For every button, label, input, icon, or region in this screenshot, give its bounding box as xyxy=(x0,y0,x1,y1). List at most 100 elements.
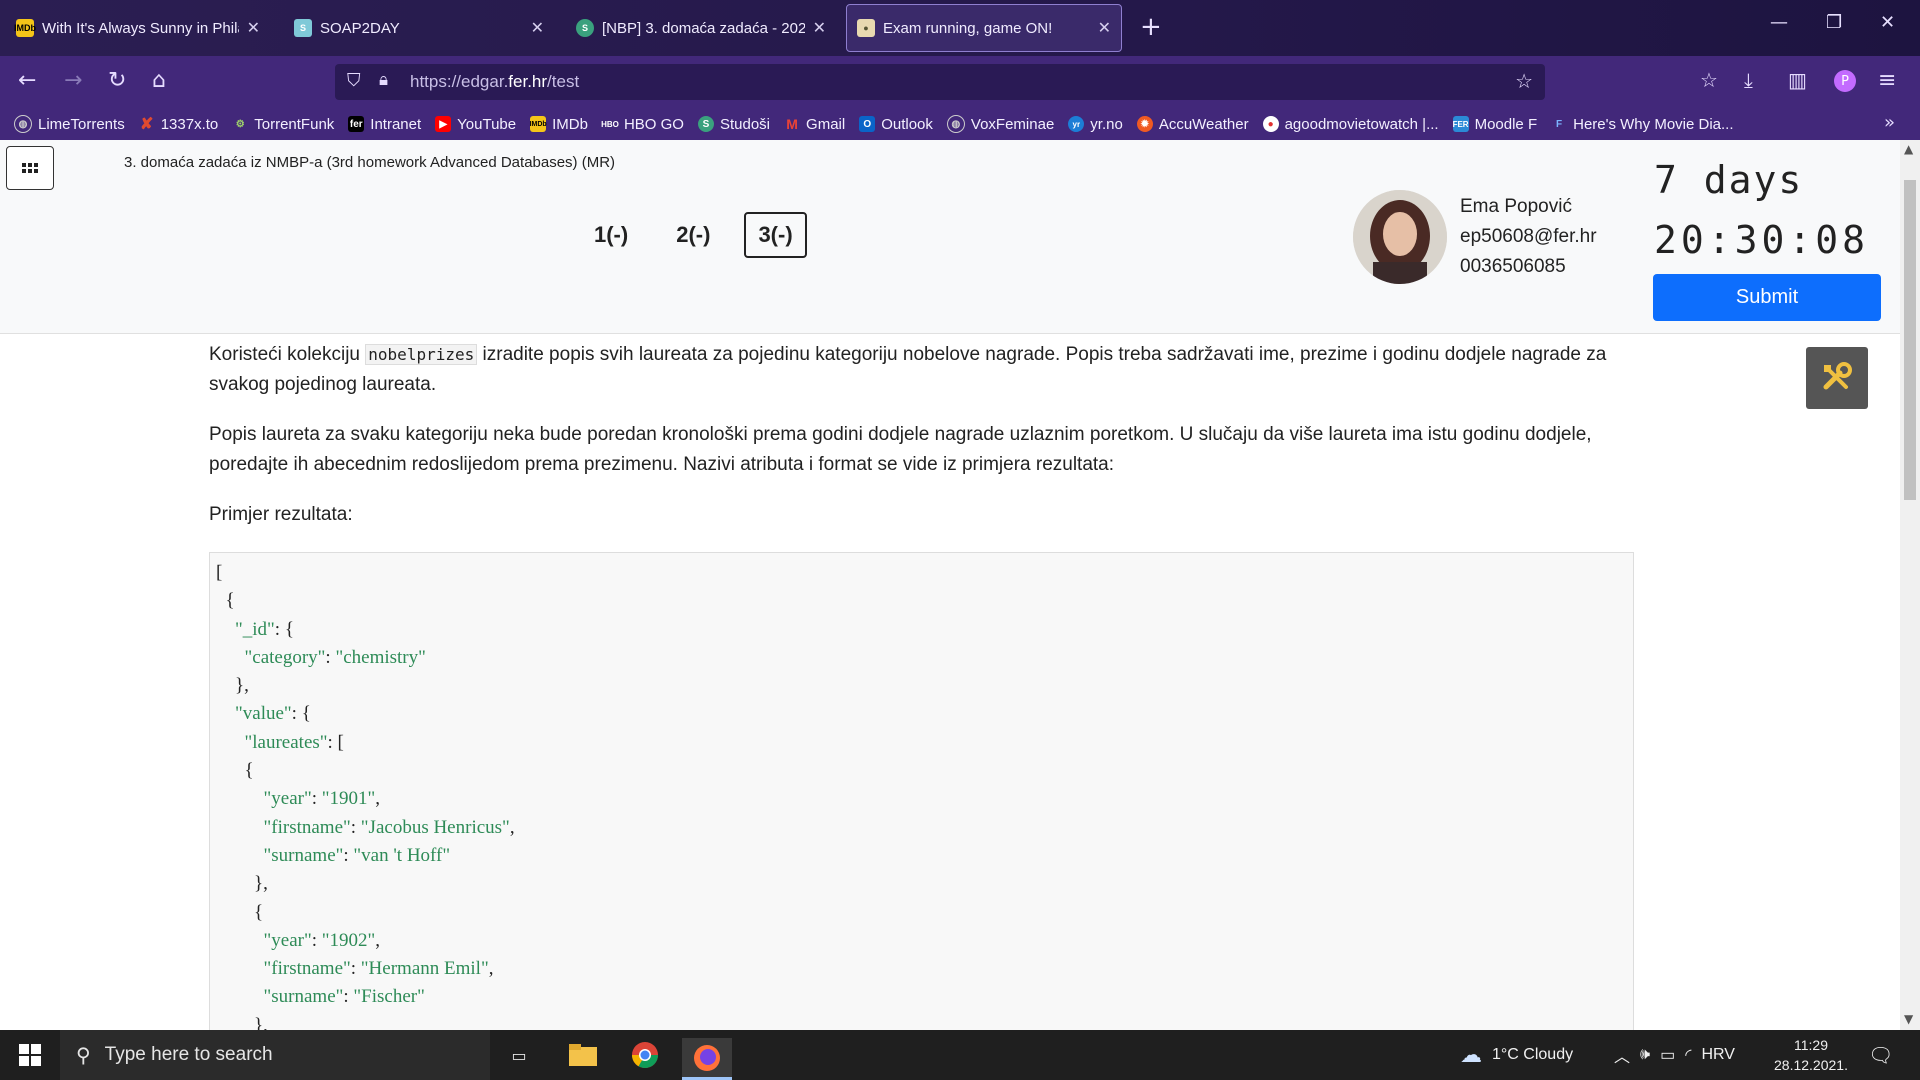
bookmark-outlook[interactable]: O Outlook xyxy=(859,116,933,133)
close-icon[interactable]: ✕ xyxy=(531,18,544,38)
globe-icon: ◍ xyxy=(14,115,32,133)
reload-icon[interactable]: ↻ xyxy=(108,68,126,93)
bookmark-accuweather[interactable]: ✹ AccuWeather xyxy=(1136,115,1249,133)
code-line: "surname": "Fischer" xyxy=(263,986,425,1008)
bookmark-label: VoxFeminae xyxy=(970,115,1055,133)
question-1-button[interactable]: 1(-) xyxy=(580,212,642,258)
user-name: Ema Popović xyxy=(1460,196,1572,217)
tab-nbp-homework[interactable]: S [NBP] 3. domaća zadaća - 2021 ✕ xyxy=(566,4,836,52)
page-scrollbar[interactable]: ▲ ▼ xyxy=(1900,140,1920,1030)
chevron-right-icon[interactable]: » xyxy=(1884,112,1895,133)
tools-button[interactable] xyxy=(1806,347,1868,409)
bookmark-gmail[interactable]: M Gmail xyxy=(784,116,845,133)
bookmark-label: agoodmovietowatch |... xyxy=(1284,115,1439,133)
bookmark-1337x[interactable]: ✘ 1337x.to xyxy=(139,116,218,134)
pocket-icon[interactable]: ☆ xyxy=(1700,68,1718,92)
browser-nav-bar: ← → ↻ ⌂ ⛉ 🔒︎ https://edgar.fer.hr/test ☆… xyxy=(0,56,1920,108)
bookmark-studosi[interactable]: S Studoši xyxy=(697,116,770,133)
movie-icon: ● xyxy=(1262,116,1279,132)
bookmark-label: Here's Why Movie Dia... xyxy=(1573,115,1734,133)
tab-soap2day[interactable]: S SOAP2DAY ✕ xyxy=(284,4,554,52)
question-3-button[interactable]: 3(-) xyxy=(744,212,807,258)
bookmark-label: Gmail xyxy=(806,115,846,133)
bookmark-yr[interactable]: yr yr.no xyxy=(1068,116,1123,133)
new-tab-button[interactable]: + xyxy=(1140,12,1162,42)
notification-icon[interactable]: 🗨︎ xyxy=(1868,1030,1893,1080)
exam-title: 3. domaća zadaća iz NMBP-a (3rd homework… xyxy=(124,154,616,171)
bookmark-label: AccuWeather xyxy=(1158,115,1249,133)
clock[interactable]: 11:29 28.12.2021. xyxy=(1774,1030,1848,1080)
file-explorer-icon[interactable] xyxy=(566,1038,600,1072)
imdb-icon: IMDb xyxy=(530,116,547,132)
chrome-icon[interactable] xyxy=(628,1038,662,1072)
bookmark-imdb[interactable]: IMDb IMDb xyxy=(530,116,588,133)
apps-menu-button[interactable] xyxy=(6,146,54,190)
bookmark-torrentfunk[interactable]: ⚙ TorrentFunk xyxy=(232,116,335,133)
bookmark-voxfeminae[interactable]: ◍ VoxFeminae xyxy=(946,115,1055,133)
windows-icon xyxy=(19,1044,41,1066)
language-indicator[interactable]: HRV xyxy=(1701,1046,1735,1064)
grid-icon xyxy=(22,163,38,173)
search-placeholder: Type here to search xyxy=(104,1044,273,1065)
home-icon[interactable]: ⌂ xyxy=(152,68,166,93)
close-icon[interactable]: ✕ xyxy=(1098,18,1111,38)
tab-exam-running[interactable]: ● Exam running, game ON! ✕ xyxy=(846,4,1122,52)
wifi-icon[interactable]: ◜ xyxy=(1685,1045,1691,1065)
close-icon[interactable]: ✕ xyxy=(247,18,260,38)
bookmark-label: IMDb xyxy=(552,115,588,133)
volume-icon[interactable]: 🕪︎ xyxy=(1640,1046,1650,1064)
hbo-icon: HBO xyxy=(601,119,619,129)
forward-icon[interactable]: → xyxy=(64,68,82,93)
bookmark-moodle[interactable]: FER Moodle F xyxy=(1452,116,1537,133)
paragraph-example-heading: Primjer rezultata: xyxy=(209,504,353,525)
sun-icon: ✹ xyxy=(1136,116,1153,132)
user-info: Ema Popović ep50608@fer.hr 0036506085 xyxy=(1460,192,1597,282)
bookmark-label: yr.no xyxy=(1090,115,1123,133)
bookmark-intranet[interactable]: fer Intranet xyxy=(348,116,421,133)
bookmark-hbo-go[interactable]: HBO HBO GO xyxy=(601,116,684,133)
bookmark-movie-dia[interactable]: F Here's Why Movie Dia... xyxy=(1551,116,1733,133)
user-id: 0036506085 xyxy=(1460,256,1566,277)
submit-button[interactable]: Submit xyxy=(1653,274,1881,321)
s-green-icon: S xyxy=(576,19,594,37)
lock-icon[interactable]: 🔒︎ xyxy=(379,70,388,90)
url-bar[interactable]: ⛉ 🔒︎ https://edgar.fer.hr/test ☆ xyxy=(335,64,1545,100)
restore-button[interactable]: ❐ xyxy=(1826,12,1842,33)
battery-icon[interactable]: ▭ xyxy=(1660,1045,1675,1065)
sidebar-icon[interactable]: ▥ xyxy=(1788,68,1807,92)
profile-avatar-icon[interactable]: P xyxy=(1834,70,1856,92)
question-2-button[interactable]: 2(-) xyxy=(662,212,724,258)
tab-title: SOAP2DAY xyxy=(320,19,400,37)
download-icon[interactable]: ⤓ xyxy=(1744,68,1753,92)
star-icon[interactable]: ☆ xyxy=(1515,69,1533,93)
back-icon[interactable]: ← xyxy=(18,68,36,93)
bookmark-limetorrents[interactable]: ◍ LimeTorrents xyxy=(14,115,125,133)
scroll-down-icon[interactable]: ▼ xyxy=(1904,1012,1913,1026)
cloud-icon: ☁ xyxy=(1460,1042,1482,1067)
tab-always-sunny[interactable]: IMDb With It's Always Sunny in Philadelp… xyxy=(6,4,270,52)
url-text[interactable]: https://edgar.fer.hr/test xyxy=(410,72,579,92)
task-view-icon[interactable]: ▭ xyxy=(502,1038,536,1072)
code-line: "_id": { xyxy=(235,618,294,640)
shield-icon[interactable]: ⛉ xyxy=(347,70,361,91)
tab-title: [NBP] 3. domaća zadaća - 2021 xyxy=(602,19,805,37)
bookmark-agoodmovietowatch[interactable]: ● agoodmovietowatch |... xyxy=(1262,115,1439,133)
chevron-up-icon[interactable]: ︿ xyxy=(1614,1043,1630,1067)
menu-icon[interactable]: ≡ xyxy=(1878,68,1896,93)
minimize-button[interactable]: — xyxy=(1770,12,1788,33)
start-button[interactable] xyxy=(0,1030,60,1080)
gmail-icon: M xyxy=(786,116,798,132)
question-text: Koristeći kolekciju nobelprizes izradite… xyxy=(209,340,1634,550)
exam-header: 3. domaća zadaća iz NMBP-a (3rd homework… xyxy=(0,140,1900,334)
weather-widget[interactable]: ☁ 1°C Cloudy xyxy=(1460,1030,1573,1080)
firefox-icon[interactable] xyxy=(682,1038,732,1080)
inline-code: nobelprizes xyxy=(365,344,478,365)
avatar xyxy=(1353,190,1447,284)
taskbar-search[interactable]: ⚲ Type here to search xyxy=(60,1030,490,1080)
bookmark-youtube[interactable]: ▶ YouTube xyxy=(435,116,516,133)
close-icon[interactable]: ✕ xyxy=(813,18,826,38)
film-icon: F xyxy=(1556,118,1563,130)
scroll-up-icon[interactable]: ▲ xyxy=(1904,142,1913,156)
close-window-button[interactable]: ✕ xyxy=(1880,12,1895,33)
scrollbar-thumb[interactable] xyxy=(1904,180,1916,500)
